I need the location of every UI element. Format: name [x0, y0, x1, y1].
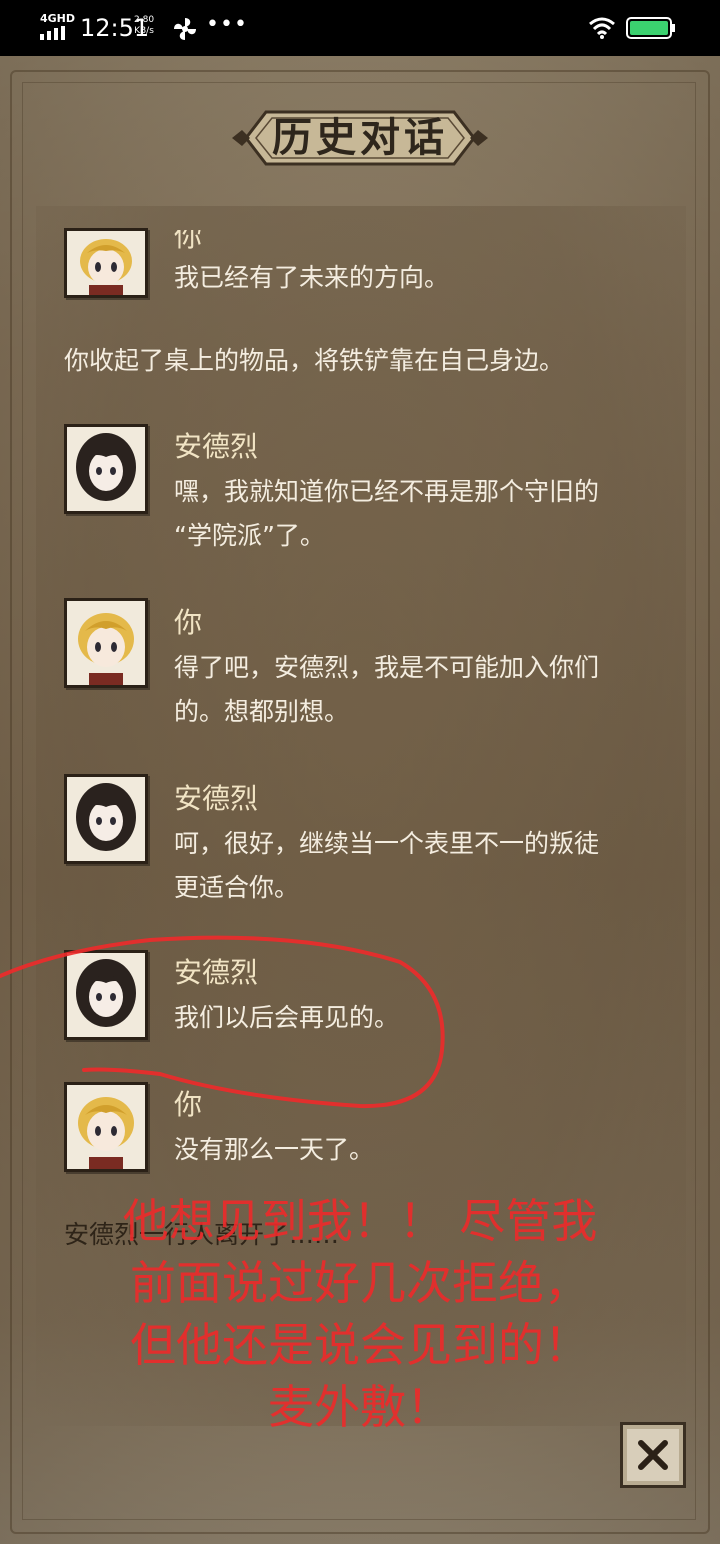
dialog-line: 我们以后会再见的。	[174, 1003, 400, 1032]
annotation-line: 前面说过好几次拒绝，	[130, 1256, 590, 1310]
network-speed: 2.80 KB/s	[134, 15, 154, 37]
speed-unit: KB/s	[134, 26, 154, 36]
battery-icon	[626, 17, 675, 39]
signal-icon	[40, 26, 65, 40]
speaker-name: 安德烈	[174, 430, 259, 463]
dialog-line: 呵，很好，继续当一个表里不一的叛徒	[174, 829, 600, 858]
close-icon	[638, 1440, 668, 1470]
annotation-line: 但他还是说会见到的！	[130, 1318, 590, 1372]
dialog-line: 的。想都别想。	[174, 697, 350, 726]
narration-text: 你收起了桌上的物品，将铁铲靠在自己身边。	[64, 346, 565, 375]
dark-hair-avatar-icon	[67, 953, 145, 1037]
speed-value: 2.80	[134, 15, 155, 25]
blonde-boy-avatar-icon	[67, 1085, 145, 1169]
red-annotation: 他想见到我！！ 尽管我 前面说过好几次拒绝， 但他还是说会见到的！ 麦外敷！	[0, 1190, 720, 1438]
close-button[interactable]	[620, 1422, 686, 1488]
annotation-line: 麦外敷！	[268, 1380, 452, 1434]
avatar-dark-hair	[64, 774, 148, 864]
avatar-blonde	[64, 228, 148, 298]
dialog-line: “学院派”了。	[174, 521, 325, 550]
dialog-line: 嘿，我就知道你已经不再是那个守旧的	[174, 477, 600, 506]
wifi-icon	[589, 17, 615, 39]
page-title: 历史对话	[272, 114, 448, 161]
annotation-line: 他想见到我！！ 尽管我	[122, 1194, 598, 1248]
blonde-boy-avatar-icon	[67, 231, 145, 295]
status-bar: 4GHD 12:51 2.80 KB/s •••	[0, 0, 720, 56]
dialog-line: 我已经有了未来的方向。	[174, 263, 450, 292]
dialog-line: 没有那么一天了。	[174, 1135, 375, 1164]
more-notifications-icon: •••	[206, 12, 248, 37]
speaker-name: 安德烈	[174, 956, 259, 989]
dialog-line: 更适合你。	[174, 873, 300, 902]
dark-hair-avatar-icon	[67, 777, 145, 861]
dialog-line: 得了吧，安德烈，我是不可能加入你们	[174, 653, 600, 682]
speaker-name: 你	[174, 606, 203, 639]
speaker-name: 安德烈	[174, 782, 259, 815]
avatar-blonde	[64, 598, 148, 688]
avatar-blonde	[64, 1082, 148, 1172]
network-type: 4GHD	[40, 12, 76, 25]
dark-hair-avatar-icon	[67, 427, 145, 511]
fan-icon	[174, 18, 196, 40]
speaker-name: 你	[174, 1088, 203, 1121]
blonde-boy-avatar-icon	[67, 601, 145, 685]
avatar-dark-hair	[64, 424, 148, 514]
avatar-dark-hair	[64, 950, 148, 1040]
